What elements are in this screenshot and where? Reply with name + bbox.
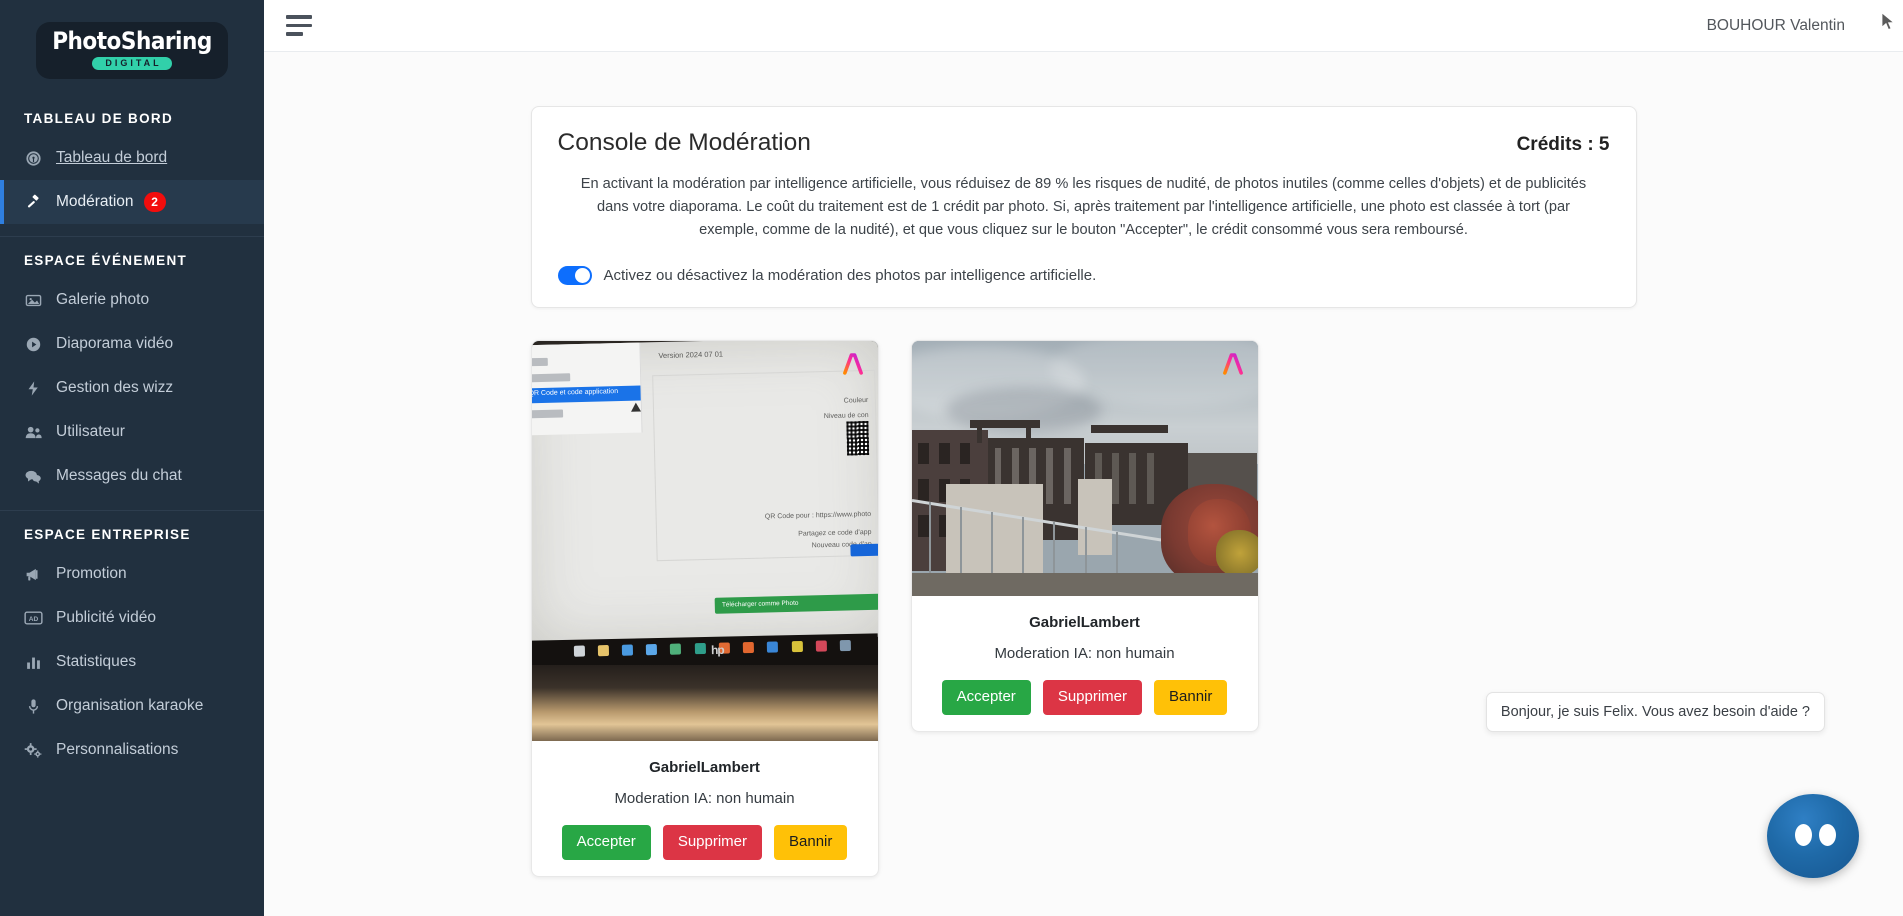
sidebar-item-label: Messages du chat	[56, 467, 182, 484]
content-area: Console de Modération Crédits : 5 En act…	[264, 52, 1903, 916]
megaphone-icon	[20, 566, 46, 583]
ad-icon: AD	[20, 610, 46, 626]
sidebar-item-utilisateur[interactable]: Utilisateur	[0, 410, 264, 454]
bot-eye-left-icon	[1795, 824, 1812, 846]
sidebar-item-personnalisations[interactable]: Personnalisations	[0, 728, 264, 772]
brand-logo-subtitle: DIGITAL	[92, 57, 172, 70]
sidebar-nav: TABLEAU DE BORD Tableau de bord Modération…	[0, 95, 264, 772]
card-body: GabrielLambert Moderation IA: non humain…	[532, 741, 878, 876]
card-moderation-status: Moderation IA: non humain	[994, 645, 1175, 663]
sidebar-item-label: Diaporama vidéo	[56, 335, 174, 352]
sidebar-section-title: TABLEAU DE BORD	[24, 111, 173, 126]
sidebar-item-messages-du-chat[interactable]: Messages du chat	[0, 454, 264, 498]
sidebar-section-title: ESPACE ENTREPRISE	[24, 527, 191, 542]
sidebar-item-statistiques[interactable]: Statistiques	[0, 640, 264, 684]
card-actions: Accepter Supprimer Bannir	[926, 680, 1244, 715]
top-bar: BOUHOUR Valentin	[264, 0, 1903, 52]
panel-header: Console de Modération Crédits : 5	[558, 129, 1610, 157]
ai-gradient-icon	[1222, 353, 1243, 375]
ban-button[interactable]: Bannir	[1154, 680, 1228, 715]
sidebar-item-publicit-vid-o[interactable]: AD Publicité vidéo	[0, 596, 264, 640]
ai-moderation-toggle-label: Activez ou désactivez la modération des …	[603, 267, 1097, 285]
card-photo[interactable]	[911, 341, 1258, 597]
delete-button[interactable]: Supprimer	[1042, 680, 1143, 715]
moderation-card-grid: QR Code et code application Version 2024…	[530, 340, 1637, 877]
sidebar-item-label: Utilisateur	[56, 423, 125, 440]
sidebar-item-label: Modération	[56, 193, 134, 210]
sidebar-item-tableau-de-bord[interactable]: Tableau de bord	[0, 136, 264, 180]
dashboard-gauge-icon	[20, 150, 46, 167]
card-photo[interactable]: QR Code et code application Version 2024…	[531, 341, 878, 742]
sidebar-item-galerie-photo[interactable]: Galerie photo	[0, 278, 264, 322]
card-username: GabrielLambert	[649, 759, 760, 777]
panel-description: En activant la modération par intelligen…	[580, 176, 1587, 239]
bar-chart-icon	[20, 654, 46, 671]
chat-greeting-bubble[interactable]: Bonjour, je suis Felix. Vous avez besoin…	[1485, 692, 1825, 732]
bot-eye-right-icon	[1819, 824, 1836, 846]
page-title: Console de Modération	[557, 129, 811, 156]
accept-button[interactable]: Accepter	[941, 680, 1031, 715]
sidebar-item-gestion-des-wizz[interactable]: Gestion des wizz	[0, 366, 264, 410]
brand-logo[interactable]: PhotoSharing DIGITAL	[0, 0, 264, 95]
card-moderation-status: Moderation IA: non humain	[614, 790, 795, 808]
bolt-icon	[20, 380, 46, 397]
sidebar-item-promotion[interactable]: Promotion	[0, 552, 264, 596]
user-menu[interactable]: BOUHOUR Valentin	[1707, 17, 1845, 35]
microphone-icon	[20, 698, 46, 715]
sidebar-item-label: Organisation karaoke	[56, 697, 204, 714]
sidebar-item-badge: 2	[143, 192, 166, 212]
brand-logo-text: PhotoSharing	[52, 27, 212, 55]
sidebar-item-label: Gestion des wizz	[56, 379, 174, 396]
sidebar-item-label: Tableau de bord	[56, 149, 168, 166]
delete-button[interactable]: Supprimer	[662, 825, 763, 860]
hamburger-line	[286, 32, 303, 36]
users-icon	[20, 424, 46, 441]
sidebar-item-diaporama-vid-o[interactable]: Diaporama vidéo	[0, 322, 264, 366]
card-body: GabrielLambert Moderation IA: non humain…	[912, 596, 1258, 731]
ai-gradient-icon	[842, 353, 863, 375]
sidebar: PhotoSharing DIGITAL TABLEAU DE BORD Tabl…	[0, 0, 264, 916]
moderation-card: QR Code et code application Version 2024…	[530, 340, 879, 877]
gavel-icon	[20, 194, 46, 211]
photo-monitor-screenshot: QR Code et code application Version 2024…	[531, 341, 878, 742]
ban-button[interactable]: Bannir	[774, 825, 848, 860]
mouse-cursor-icon	[1881, 12, 1895, 31]
sidebar-item-mod-ration[interactable]: Modération 2	[0, 180, 264, 224]
credits-label: Crédits : 5	[1516, 134, 1610, 155]
sidebar-item-label: Personnalisations	[56, 741, 179, 758]
sidebar-section-title: ESPACE ÉVÉNEMENT	[24, 253, 188, 268]
card-username: GabrielLambert	[1029, 614, 1140, 632]
accept-button[interactable]: Accepter	[561, 825, 651, 860]
hamburger-menu-icon[interactable]	[286, 15, 314, 36]
main-area: BOUHOUR Valentin Console de Modération C…	[264, 0, 1903, 916]
moderation-console-panel: Console de Modération Crédits : 5 En act…	[530, 106, 1637, 309]
ai-moderation-toggle-row: Activez ou désactivez la modération des …	[557, 266, 1610, 286]
sidebar-item-label: Publicité vidéo	[56, 609, 156, 626]
chat-bubbles-icon	[20, 468, 46, 485]
svg-text:AD: AD	[28, 616, 38, 623]
hamburger-line	[286, 23, 312, 28]
gears-icon	[20, 742, 46, 759]
sidebar-item-label: Galerie photo	[56, 291, 150, 308]
sidebar-item-label: Promotion	[56, 565, 127, 582]
hamburger-line	[286, 15, 312, 19]
ai-moderation-toggle[interactable]	[557, 266, 592, 286]
felix-bot-avatar[interactable]	[1767, 794, 1859, 878]
photo-rooftop-buildings	[911, 341, 1258, 597]
image-icon	[20, 292, 46, 309]
card-actions: Accepter Supprimer Bannir	[546, 825, 864, 860]
sidebar-item-label: Statistiques	[56, 653, 137, 670]
sidebar-item-organisation-karaoke[interactable]: Organisation karaoke	[0, 684, 264, 728]
moderation-card: GabrielLambert Moderation IA: non humain…	[910, 340, 1259, 732]
play-circle-icon	[20, 336, 46, 353]
